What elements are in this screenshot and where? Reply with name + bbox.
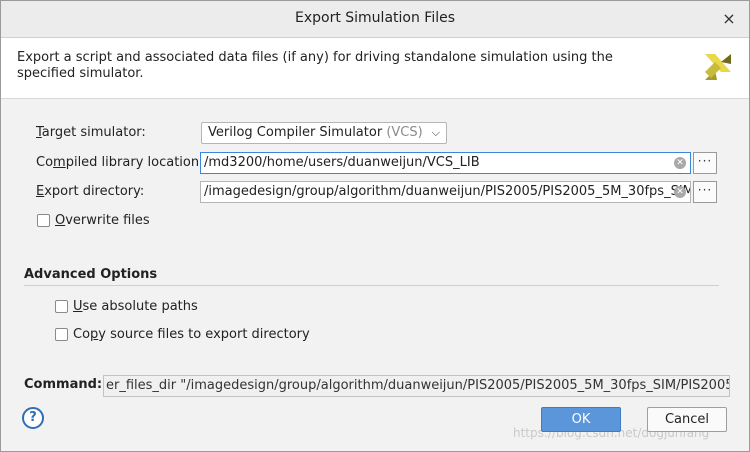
overwrite-files-label[interactable]: Overwrite files: [55, 213, 150, 228]
cancel-button[interactable]: Cancel: [647, 407, 727, 432]
export-directory-input[interactable]: /imagedesign/group/algorithm/duanweijun/…: [200, 181, 691, 203]
use-absolute-paths-label[interactable]: Use absolute paths: [73, 299, 198, 314]
copy-source-files-checkbox[interactable]: [55, 328, 68, 341]
chevron-down-icon: ⌵: [431, 126, 440, 139]
help-icon[interactable]: ?: [22, 407, 44, 429]
use-absolute-paths-checkbox[interactable]: [55, 300, 68, 313]
copy-source-files-label[interactable]: Copy source files to export directory: [73, 327, 310, 342]
vivado-logo-icon: [705, 54, 731, 80]
dialog-description: Export a script and associated data file…: [17, 50, 613, 81]
ok-button[interactable]: OK: [541, 407, 621, 432]
export-directory-browse-button[interactable]: ···: [693, 181, 717, 203]
dialog-title: Export Simulation Files: [294, 10, 456, 26]
export-directory-label: Export directory:: [36, 184, 145, 199]
target-simulator-label: Target simulator:: [36, 125, 146, 140]
command-field[interactable]: er_files_dir "/imagedesign/group/algorit…: [103, 375, 730, 397]
title-bar: Export Simulation Files ×: [1, 1, 749, 38]
clear-icon[interactable]: ✕: [674, 157, 686, 169]
section-divider: [24, 285, 719, 286]
compiled-library-browse-button[interactable]: ···: [693, 152, 717, 174]
close-icon[interactable]: ×: [719, 9, 739, 29]
clear-icon[interactable]: ✕: [674, 186, 686, 198]
compiled-library-label: Compiled library location:: [36, 155, 204, 170]
target-simulator-select[interactable]: Verilog Compiler Simulator (VCS) ⌵: [201, 122, 447, 144]
overwrite-files-checkbox[interactable]: [37, 214, 50, 227]
export-simulation-dialog: Export Simulation Files × Export a scrip…: [0, 0, 750, 452]
compiled-library-input[interactable]: /md3200/home/users/duanweijun/VCS_LIB ✕: [200, 152, 691, 174]
advanced-options-title: Advanced Options: [24, 267, 158, 282]
header-panel: Export a script and associated data file…: [1, 38, 749, 99]
command-label: Command:: [24, 377, 103, 392]
